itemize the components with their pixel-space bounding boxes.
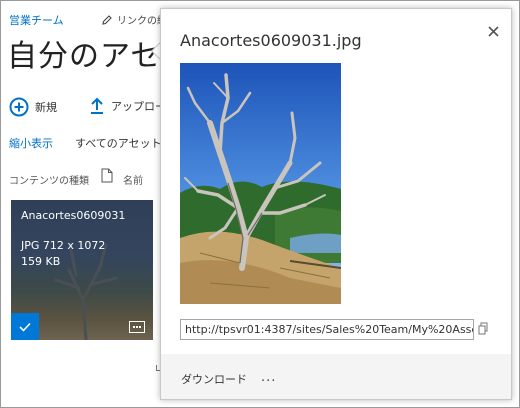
file-preview-callout: Anacortes0609031.jpg http://tpsvr01:4387… — [160, 8, 512, 400]
new-button-label: 新規 — [35, 101, 57, 114]
view-all-assets-link[interactable]: すべてのアセット — [75, 135, 162, 151]
close-icon — [487, 25, 499, 37]
copy-icon[interactable] — [478, 322, 488, 335]
asset-tile[interactable]: Anacortes0609031 JPG 712 x 1072 159 KB — [11, 200, 153, 340]
tile-select-checkbox[interactable] — [11, 313, 39, 340]
callout-file-title: Anacortes0609031.jpg — [180, 31, 362, 50]
callout-footer: ダウンロード ... — [161, 354, 511, 399]
plus-circle-icon — [9, 97, 29, 117]
tile-dimensions: JPG 712 x 1072 — [21, 239, 106, 252]
file-url-field[interactable]: http://tpsvr01:4387/sites/Sales%20Team/M… — [180, 319, 474, 340]
upload-arrow-icon — [91, 97, 103, 114]
column-header-content-type[interactable]: コンテンツの種類 — [9, 172, 89, 187]
checkmark-icon — [19, 322, 31, 332]
dot — [136, 326, 138, 328]
pencil-icon — [102, 15, 112, 25]
document-icon — [101, 168, 113, 183]
tile-file-name: Anacortes0609031 — [21, 209, 126, 222]
dot — [139, 326, 141, 328]
tile-more-button[interactable] — [129, 321, 145, 333]
column-header-name[interactable]: 名前 — [123, 172, 143, 187]
app-window: 営業チーム リンクの編 自分のアセット 新規 アップロード 縮小表示 すべてのア… — [0, 0, 520, 408]
site-name-link[interactable]: 営業チーム — [9, 12, 64, 28]
tile-file-size: 159 KB — [21, 255, 61, 268]
edit-links-button[interactable]: リンクの編 — [101, 12, 167, 27]
image-preview[interactable] — [180, 63, 341, 304]
new-button[interactable]: 新規 — [9, 97, 57, 117]
close-button[interactable] — [485, 23, 501, 39]
dot — [133, 326, 135, 328]
download-button[interactable]: ダウンロード — [181, 371, 247, 387]
view-compact-link[interactable]: 縮小表示 — [9, 135, 53, 151]
callout-more-button[interactable]: ... — [261, 370, 276, 385]
